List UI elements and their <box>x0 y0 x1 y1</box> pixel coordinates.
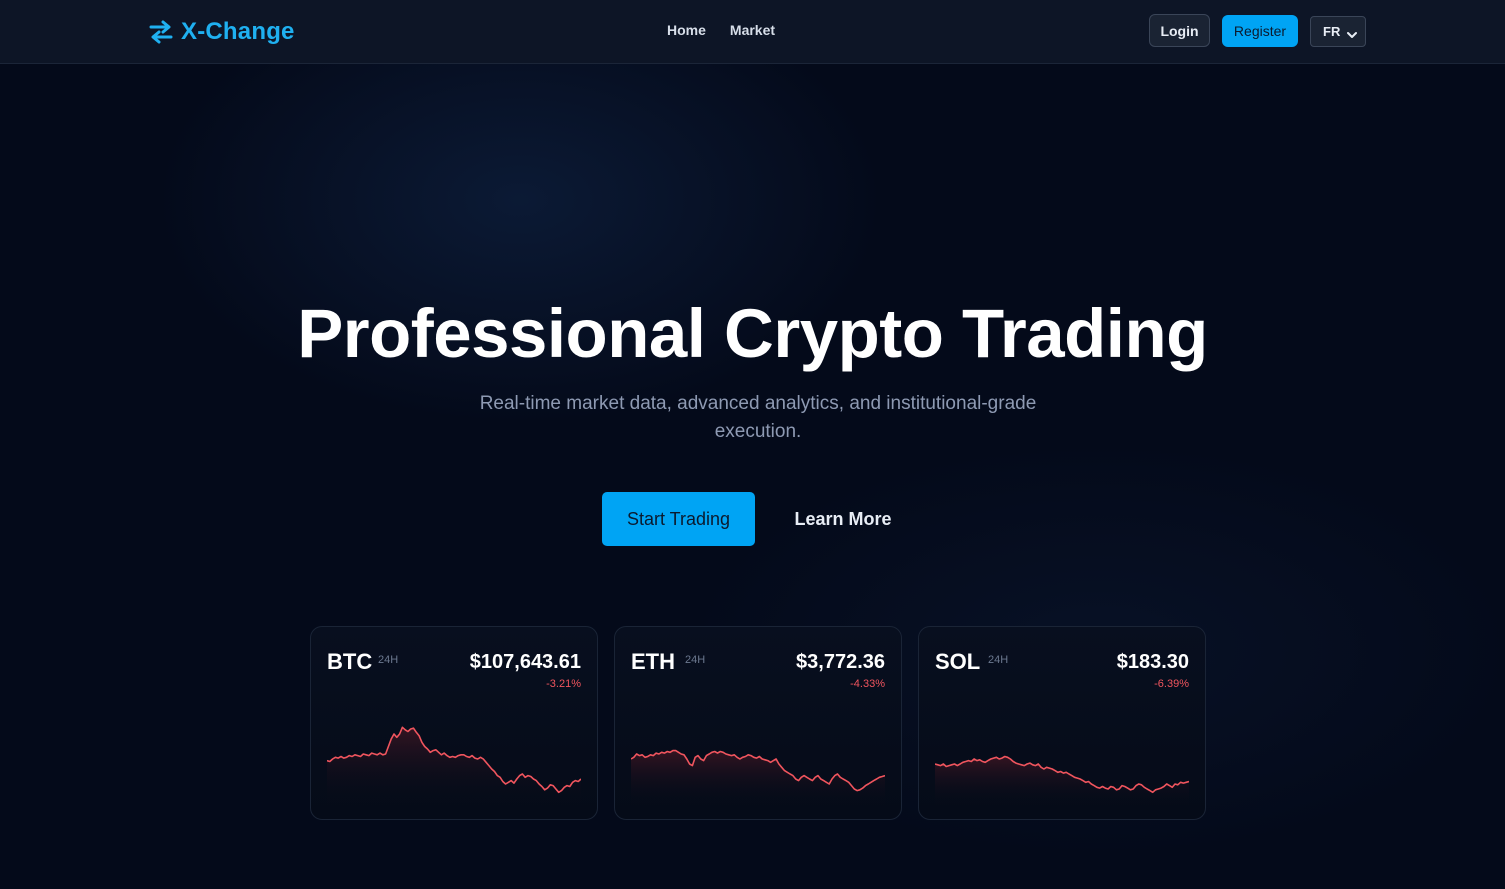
card-period: 24H <box>685 654 706 666</box>
brand-logo[interactable]: X-Change <box>148 17 295 47</box>
chevron-down-icon <box>1347 27 1357 42</box>
card-price: $183.30 <box>1116 651 1189 673</box>
sparkline-area <box>327 727 581 807</box>
nav-link-home[interactable]: Home <box>667 22 706 38</box>
hero-title: Professional Crypto Trading <box>297 295 1208 372</box>
card-sparkline-chart <box>631 749 885 807</box>
brand-name: X-Change <box>181 18 295 45</box>
card-price: $3,772.36 <box>796 651 885 673</box>
card-symbol: SOL <box>935 649 981 674</box>
market-card-sol[interactable]: SOL 24H $183.30 -6.39% <box>918 626 1206 820</box>
sparkline-area <box>631 750 885 807</box>
login-button[interactable]: Login <box>1149 14 1210 47</box>
card-period: 24H <box>988 654 1009 666</box>
learn-more-button[interactable]: Learn More <box>778 492 908 546</box>
market-card-btc[interactable]: BTC 24H $107,643.61 -3.21% <box>310 626 598 820</box>
language-value: FR <box>1323 24 1341 39</box>
register-button[interactable]: Register <box>1222 15 1298 47</box>
top-navbar: X-Change Home Market Login Register FR <box>0 0 1505 64</box>
card-sparkline-chart <box>935 755 1189 807</box>
exchange-arrows-icon <box>148 20 174 44</box>
card-symbol: ETH <box>631 649 675 674</box>
language-select[interactable]: FR <box>1310 16 1366 47</box>
hero-subtitle: Real-time market data, advanced analytic… <box>479 393 1037 442</box>
nav-link-market[interactable]: Market <box>730 22 775 38</box>
card-sparkline-chart <box>327 726 581 807</box>
market-card-eth[interactable]: ETH 24H $3,772.36 -4.33% <box>614 626 902 820</box>
card-symbol: BTC <box>327 649 373 674</box>
card-change: -3.21% <box>546 678 581 690</box>
sparkline-area <box>935 756 1189 807</box>
card-change: -4.33% <box>850 678 885 690</box>
card-period: 24H <box>378 654 399 666</box>
main-nav: Home Market <box>667 22 775 38</box>
card-price: $107,643.61 <box>469 651 581 673</box>
start-trading-button[interactable]: Start Trading <box>602 492 755 546</box>
card-change: -6.39% <box>1154 678 1189 690</box>
